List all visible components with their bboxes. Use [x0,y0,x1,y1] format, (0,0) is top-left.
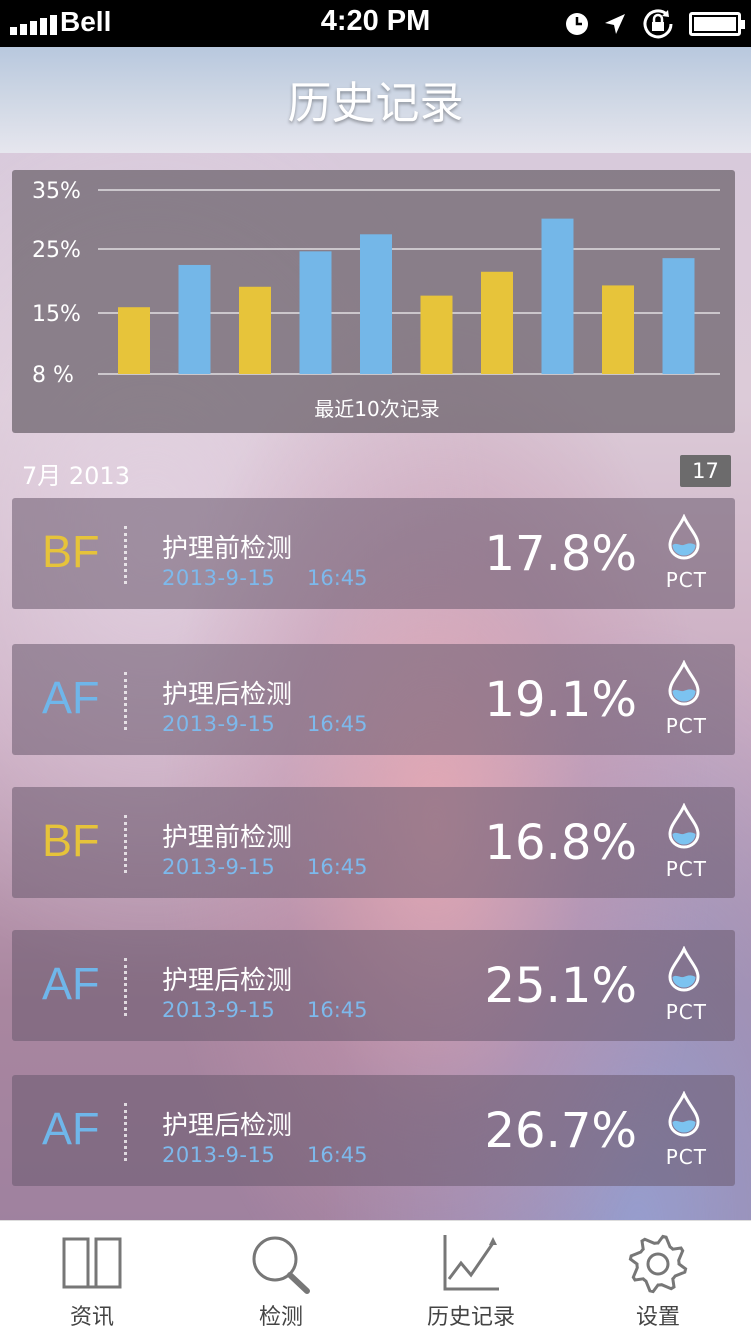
history-chart: 35% 25% 15% 8 % 最近10次记录 [12,170,735,433]
record-date: 2013-9-15 [162,1143,276,1167]
record-name: 护理前检测 [162,534,293,564]
water-drop-icon [668,514,700,560]
y-tick-label: 25% [32,238,81,263]
dotted-divider [124,1103,127,1161]
record-time: 16:45 [307,998,368,1022]
alarm-icon [566,13,588,35]
record-date: 2013-9-15 [162,566,276,590]
water-drop-icon [668,660,700,706]
record-name: 护理后检测 [162,966,293,996]
record-date: 2013-9-15 [162,712,276,736]
record-value: 16.8% [484,815,637,871]
rotation-lock-icon [643,9,673,39]
record-count-badge: 17 [680,455,731,487]
chart-bar [299,251,332,374]
record-row[interactable]: AF 护理后检测 2013-9-15 16:45 25.1% PCT [12,930,735,1041]
record-value: 25.1% [484,958,637,1014]
record-name: 护理后检测 [162,1111,293,1141]
chart-bar [662,258,695,374]
tab-bar: 资讯 检测 历史记录 设置 [0,1220,751,1333]
dotted-divider [124,526,127,584]
record-time: 16:45 [307,566,368,590]
tab-detect[interactable]: 检测 [216,1221,346,1333]
chart-bar [481,271,513,374]
book-icon [62,1237,122,1289]
gear-icon [628,1234,688,1294]
record-tag: AF [42,1103,100,1154]
record-unit: PCT [665,857,707,881]
record-tag: AF [42,958,100,1009]
chart-xlabel: 最近10次记录 [314,397,439,421]
month-header: 7月 2013 [22,462,130,490]
chart-bar [178,264,211,374]
chart-bar [541,218,574,374]
record-name: 护理后检测 [162,680,293,710]
record-unit: PCT [665,1000,707,1024]
chart-bar [602,285,634,374]
record-row[interactable]: AF 护理后检测 2013-9-15 16:45 19.1% PCT [12,644,735,755]
record-tag: AF [42,672,100,723]
chart-bar [118,307,150,374]
record-time: 16:45 [307,712,368,736]
magnifier-icon [252,1236,310,1294]
tab-settings-label: 设置 [635,1305,680,1330]
tab-detect-label: 检测 [258,1305,303,1330]
tab-news-label: 资讯 [69,1305,114,1330]
water-drop-icon [668,946,700,992]
record-date: 2013-9-15 [162,855,276,879]
record-row[interactable]: AF 护理后检测 2013-9-15 16:45 26.7% PCT [12,1075,735,1186]
record-value: 26.7% [484,1103,637,1159]
location-icon [605,14,625,34]
page-title: 历史记录 [287,78,464,129]
battery-icon [689,12,745,36]
water-drop-icon [668,1091,700,1137]
water-drop-icon [668,803,700,849]
tab-history[interactable]: 历史记录 [406,1221,536,1333]
dotted-divider [124,672,127,730]
record-time: 16:45 [307,1143,368,1167]
chart-bar [360,234,392,374]
dotted-divider [124,958,127,1016]
record-date: 2013-9-15 [162,998,276,1022]
y-tick-label: 15% [32,302,81,327]
chart-bar [239,286,271,374]
tab-history-label: 历史记录 [426,1305,515,1330]
tab-settings[interactable]: 设置 [593,1221,723,1333]
record-value: 17.8% [484,526,637,582]
record-unit: PCT [665,1145,707,1169]
y-tick-label: 35% [32,179,81,204]
record-tag: BF [42,815,100,866]
y-tick-label: 8 % [32,363,74,388]
record-time: 16:45 [307,855,368,879]
record-row[interactable]: BF 护理前检测 2013-9-15 16:45 16.8% PCT [12,787,735,898]
bar-chart: 35% 25% 15% 8 % 最近10次记录 [32,179,720,421]
tab-news[interactable]: 资讯 [27,1221,157,1333]
record-unit: PCT [665,568,707,592]
record-unit: PCT [665,714,707,738]
record-row[interactable]: BF 护理前检测 2013-9-15 16:45 17.8% PCT [12,498,735,609]
record-tag: BF [42,526,100,577]
chart-bar [420,295,453,374]
status-bar: Bell 4:20 PM [0,0,751,47]
record-value: 19.1% [484,672,637,728]
line-chart-icon [443,1235,499,1291]
dotted-divider [124,815,127,873]
record-name: 护理前检测 [162,823,293,853]
nav-bar: 历史记录 [0,47,751,153]
